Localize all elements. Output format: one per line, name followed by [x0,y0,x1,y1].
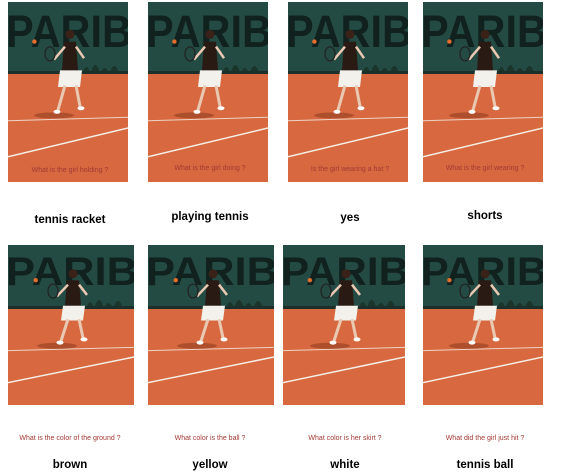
tennis-ball [312,39,317,44]
answer-text: tennis racket [34,214,106,226]
tennis-ball [447,278,452,283]
question-text: What is the girl doing ? [174,165,246,172]
question-text: Is the girl wearing a hat ? [310,166,390,173]
player-shadow [37,342,77,349]
question-text: What is the color of the ground ? [19,435,121,442]
tennis-photo: PARIB [288,2,408,182]
question-text: What color is the ball ? [174,435,246,442]
tennis-photo: PARIB [423,245,543,405]
player-shadow [314,112,354,119]
question-text: What color is her skirt ? [308,435,382,442]
tennis-ball [447,39,452,44]
player-shadow [449,112,489,119]
answer-text: brown [52,459,88,471]
answer-text: playing tennis [171,211,249,223]
question-text: What is the girl holding ? [31,167,109,174]
player-shadow [177,342,217,349]
tennis-photo: PARIB [283,245,405,405]
tennis-ball [33,278,38,283]
tennis-ball [307,278,313,283]
tennis-photo: PARIB [8,245,134,405]
question-text: What did the girl just hit ? [445,435,525,442]
answer-text: tennis ball [456,459,514,471]
player-shadow [174,112,214,119]
player-shadow [34,112,74,119]
tennis-photo: PARIB [148,2,268,182]
answer-text: white [330,459,360,471]
tennis-ball [172,39,177,44]
answer-text: yes [340,212,360,224]
tennis-photo: PARIB [423,2,543,182]
tennis-ball [173,278,178,283]
tennis-ball [32,39,37,44]
tennis-photo: PARIB [148,245,274,405]
vqa-example-grid: PARIB What is the girl holding ? tennis … [0,0,566,476]
tennis-photo: PARIB [8,2,128,182]
answer-text: shorts [467,210,503,222]
question-text: What is the girl wearing ? [445,165,525,172]
answer-text: yellow [192,459,228,471]
player-shadow [310,342,350,349]
player-shadow [449,342,489,349]
